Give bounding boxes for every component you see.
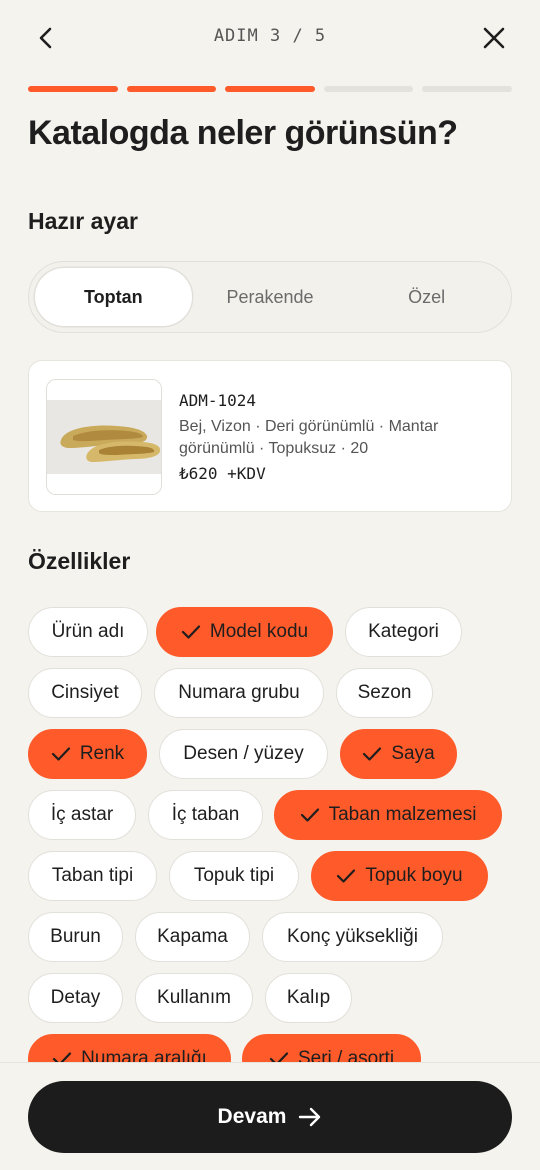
feature-chip-label: Ürün adı <box>51 621 125 642</box>
check-icon <box>51 747 70 761</box>
check-icon <box>363 747 382 761</box>
feature-chip-label: Model kodu <box>209 621 309 642</box>
feature-chip-numara-grubu[interactable]: Numara grubu <box>154 668 324 718</box>
feature-chip-model-kodu[interactable]: Model kodu <box>156 607 333 657</box>
progress-segment <box>422 86 512 92</box>
feature-chip-list: Ürün adı Model kodu Kategori Cinsiyet Numara… <box>28 607 512 1062</box>
feature-chip-ic-taban[interactable]: İç taban <box>148 790 263 840</box>
feature-chip-label: Burun <box>50 926 101 947</box>
feature-chip-label: Saya <box>391 743 435 764</box>
feature-chip-label: Topuk boyu <box>365 865 463 886</box>
feature-chip-taban-tipi[interactable]: Taban tipi <box>28 851 157 901</box>
feature-chip-label: Kalıp <box>286 987 331 1008</box>
feature-chip-label: Kapama <box>157 926 228 947</box>
arrow-right-icon <box>299 1107 321 1127</box>
page-title: Katalogda neler görünsün? <box>28 114 458 152</box>
feature-chip-kategori[interactable]: Kategori <box>345 607 462 657</box>
feature-chip-label: Desen / yüzey <box>183 743 304 764</box>
feature-chip-desen-yuzey[interactable]: Desen / yüzey <box>159 729 328 779</box>
check-icon <box>300 808 319 822</box>
continue-label: Devam <box>217 1105 287 1128</box>
product-attributes: Bej, Vizon · Deri görünümlü · Mantar gör… <box>179 418 439 457</box>
feature-chip-label: Sezon <box>357 682 412 703</box>
feature-chip-topuk-tipi[interactable]: Topuk tipi <box>169 851 299 901</box>
progress-segment <box>126 86 217 92</box>
feature-chip-ic-astar[interactable]: İç astar <box>28 790 136 840</box>
check-icon <box>53 1052 72 1062</box>
feature-chip-sezon[interactable]: Sezon <box>336 668 433 718</box>
preset-option-toptan[interactable]: Toptan <box>35 268 192 326</box>
feature-chip-burun[interactable]: Burun <box>28 912 123 962</box>
preset-option-ozel[interactable]: Özel <box>348 268 505 326</box>
features-heading: Özellikler <box>28 548 131 574</box>
feature-chip-numara-araligi[interactable]: Numara aralığı <box>28 1034 231 1062</box>
feature-chip-renk[interactable]: Renk <box>28 729 147 779</box>
product-code: ADM-1024 <box>179 391 257 410</box>
top-bar: ADIM 3 / 5 <box>0 0 540 72</box>
feature-chip-label: Seri / asorti <box>297 1048 395 1062</box>
feature-chip-topuk-boyu[interactable]: Topuk boyu <box>311 851 488 901</box>
step-indicator: ADIM 3 / 5 <box>213 26 327 46</box>
feature-chip-label: Taban malzemesi <box>328 804 477 825</box>
feature-chip-label: Cinsiyet <box>51 682 119 703</box>
product-image <box>46 379 162 495</box>
feature-chip-label: İç taban <box>171 804 240 825</box>
check-icon <box>269 1052 289 1062</box>
feature-chip-label: Kullanım <box>157 987 231 1008</box>
feature-chip-label: Kategori <box>368 621 439 642</box>
feature-chip-kapama[interactable]: Kapama <box>135 912 250 962</box>
progress-segment <box>225 86 315 92</box>
preset-option-perakende[interactable]: Perakende <box>192 268 349 326</box>
preview-details: ADM-1024 Bej, Vizon · Deri görünümlü · M… <box>179 391 493 483</box>
progress-segment <box>323 86 414 92</box>
feature-chip-label: Konç yüksekliği <box>287 926 418 947</box>
feature-chip-kullanim[interactable]: Kullanım <box>135 973 253 1023</box>
footer-bar: Devam <box>0 1062 540 1170</box>
feature-chip-label: Numara aralığı <box>81 1048 207 1062</box>
feature-chip-kalip[interactable]: Kalıp <box>265 973 352 1023</box>
product-price: ₺620 +KDV <box>179 464 266 483</box>
continue-button[interactable]: Devam <box>28 1081 512 1153</box>
check-icon <box>181 625 200 639</box>
feature-chip-konc-yuksekligi[interactable]: Konç yüksekliği <box>262 912 443 962</box>
feature-chip-label: Detay <box>50 987 101 1008</box>
feature-chip-detay[interactable]: Detay <box>28 973 123 1023</box>
feature-chip-label: Renk <box>79 743 125 764</box>
feature-chip-label: Taban tipi <box>51 865 134 886</box>
close-icon <box>483 27 505 49</box>
preset-selector: Toptan Perakende Özel <box>28 261 512 333</box>
progress-segment <box>28 86 118 92</box>
feature-chip-urun-adi[interactable]: Ürün adı <box>28 607 148 657</box>
feature-chip-seri-asorti[interactable]: Seri / asorti <box>242 1034 421 1062</box>
progress-bar <box>28 86 512 92</box>
feature-chip-saya[interactable]: Saya <box>340 729 457 779</box>
preset-heading: Hazır ayar <box>28 208 138 234</box>
feature-chip-label: Topuk tipi <box>193 865 275 886</box>
close-button[interactable] <box>476 20 512 56</box>
feature-chip-cinsiyet[interactable]: Cinsiyet <box>28 668 142 718</box>
feature-chip-label: İç astar <box>50 804 114 825</box>
feature-chip-taban-malzemesi[interactable]: Taban malzemesi <box>274 790 502 840</box>
check-icon <box>337 869 356 883</box>
feature-chip-label: Numara grubu <box>178 682 300 703</box>
catalog-preview-card: ADM-1024 Bej, Vizon · Deri görünümlü · M… <box>28 360 512 512</box>
